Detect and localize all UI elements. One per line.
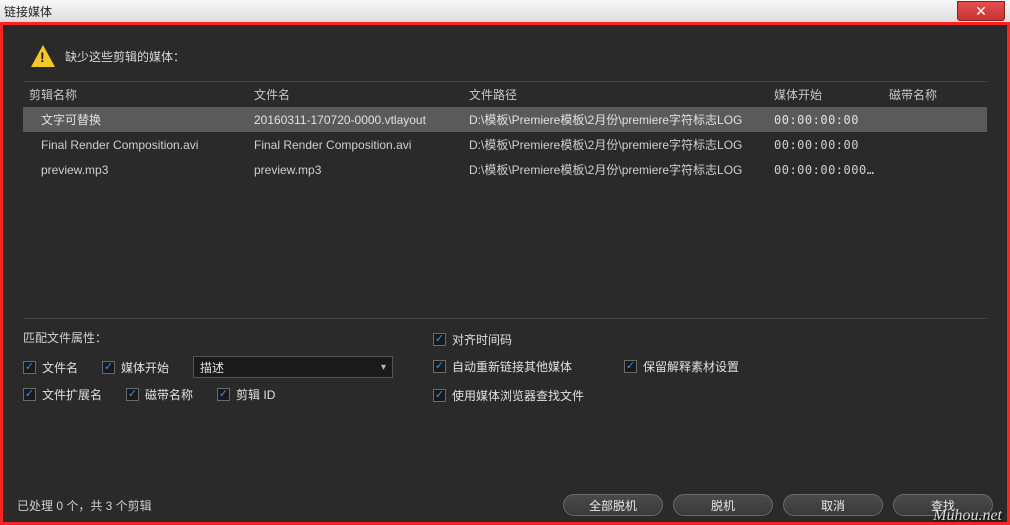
chk-use-media-browser[interactable]: ✓使用媒体浏览器查找文件 [433, 387, 584, 404]
search-button[interactable]: 查找 [893, 494, 993, 516]
chk-file-ext[interactable]: ✓文件扩展名 [23, 386, 102, 403]
table-row[interactable]: 文字可替换20160311-170720-0000.vtlayoutD:\模板\… [23, 107, 987, 132]
warning-text: 缺少这些剪辑的媒体： [65, 48, 185, 65]
cell-file-path: D:\模板\Premiere模板\2月份\premiere字符标志LOG [463, 132, 768, 157]
col-file-name[interactable]: 文件名 [248, 82, 463, 107]
cell-clip-name: Final Render Composition.avi [23, 132, 248, 157]
options-left: 匹配文件属性： ✓文件名 ✓媒体开始 描述 ▾ ✓文件扩展名 ✓磁带名称 ✓剪辑… [23, 329, 393, 404]
chk-file-name[interactable]: ✓文件名 [23, 359, 78, 376]
warning-icon [31, 45, 55, 67]
cell-file-name: Final Render Composition.avi [248, 132, 463, 157]
chk-tape-name-label: 磁带名称 [145, 386, 193, 403]
chk-clip-id-label: 剪辑 ID [236, 386, 275, 403]
chk-clip-id[interactable]: ✓剪辑 ID [217, 386, 275, 403]
chk-file-ext-label: 文件扩展名 [42, 386, 102, 403]
cell-media-start: 00:00:00:00000 [768, 157, 883, 182]
chk-keep-interpret-label: 保留解释素材设置 [643, 358, 739, 375]
table-row[interactable]: preview.mp3preview.mp3D:\模板\Premiere模板\2… [23, 157, 987, 182]
col-file-path[interactable]: 文件路径 [463, 82, 768, 107]
warning-row: 缺少这些剪辑的媒体： [31, 45, 997, 67]
chk-file-name-label: 文件名 [42, 359, 78, 376]
dialog-body: 缺少这些剪辑的媒体： 剪辑名称 文件名 文件路径 媒体开始 磁带名称 文字可替换… [0, 22, 1010, 525]
table-header-row: 剪辑名称 文件名 文件路径 媒体开始 磁带名称 [23, 82, 987, 107]
cancel-button[interactable]: 取消 [783, 494, 883, 516]
cell-file-path: D:\模板\Premiere模板\2月份\premiere字符标志LOG [463, 107, 768, 132]
cell-media-start: 00:00:00:00 [768, 107, 883, 132]
chk-auto-relink[interactable]: ✓自动重新链接其他媒体 [433, 358, 584, 375]
description-dropdown[interactable]: 描述 ▾ [193, 356, 393, 378]
chk-media-start-label: 媒体开始 [121, 359, 169, 376]
col-media-start[interactable]: 媒体开始 [768, 82, 883, 107]
col-clip-name[interactable]: 剪辑名称 [23, 82, 248, 107]
table-row[interactable]: Final Render Composition.aviFinal Render… [23, 132, 987, 157]
close-button[interactable]: ✕ [957, 1, 1005, 21]
titlebar: 链接媒体 ✕ [0, 0, 1010, 22]
fieldset-title: 匹配文件属性： [23, 329, 393, 346]
chk-tape-name[interactable]: ✓磁带名称 [126, 386, 193, 403]
cell-tape-name [883, 107, 987, 132]
chk-media-start[interactable]: ✓媒体开始 [102, 359, 169, 376]
chk-align-timecode-label: 对齐时间码 [452, 331, 512, 348]
chk-keep-interpret[interactable]: ✓保留解释素材设置 [624, 358, 739, 375]
close-icon: ✕ [975, 3, 987, 20]
options-area: 匹配文件属性： ✓文件名 ✓媒体开始 描述 ▾ ✓文件扩展名 ✓磁带名称 ✓剪辑… [23, 329, 987, 404]
button-row: 全部脱机 脱机 取消 查找 [563, 494, 999, 516]
all-offline-button[interactable]: 全部脱机 [563, 494, 663, 516]
chevron-down-icon: ▾ [381, 362, 386, 373]
clip-list: 剪辑名称 文件名 文件路径 媒体开始 磁带名称 文字可替换20160311-17… [23, 81, 987, 319]
clip-table: 剪辑名称 文件名 文件路径 媒体开始 磁带名称 文字可替换20160311-17… [23, 82, 987, 182]
chk-auto-relink-label: 自动重新链接其他媒体 [452, 358, 572, 375]
cell-clip-name: 文字可替换 [23, 107, 248, 132]
cell-clip-name: preview.mp3 [23, 157, 248, 182]
cell-file-path: D:\模板\Premiere模板\2月份\premiere字符标志LOG [463, 157, 768, 182]
window-title: 链接媒体 [4, 3, 52, 20]
offline-button[interactable]: 脱机 [673, 494, 773, 516]
footer: 已处理 0 个，共 3 个剪辑 全部脱机 脱机 取消 查找 [11, 494, 999, 516]
cell-media-start: 00:00:00:00 [768, 132, 883, 157]
chk-align-timecode[interactable]: ✓对齐时间码 [433, 331, 739, 348]
cell-file-name: 20160311-170720-0000.vtlayout [248, 107, 463, 132]
options-right: ✓对齐时间码 ✓自动重新链接其他媒体 ✓保留解释素材设置 ✓使用媒体浏览器查找文… [433, 329, 739, 404]
dropdown-selected: 描述 [200, 359, 224, 376]
chk-use-media-browser-label: 使用媒体浏览器查找文件 [452, 387, 584, 404]
cell-tape-name [883, 132, 987, 157]
cell-file-name: preview.mp3 [248, 157, 463, 182]
cell-tape-name [883, 157, 987, 182]
col-tape-name[interactable]: 磁带名称 [883, 82, 987, 107]
status-text: 已处理 0 个，共 3 个剪辑 [11, 497, 152, 514]
